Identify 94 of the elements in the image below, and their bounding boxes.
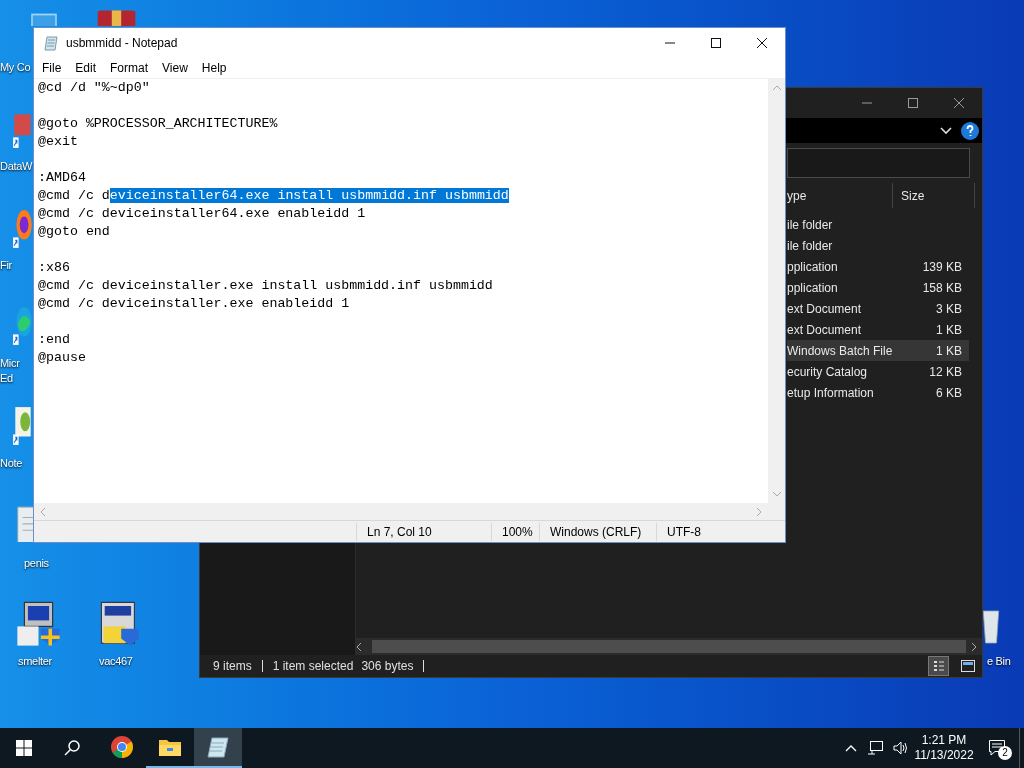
browser-shortcut-icon[interactable] bbox=[12, 208, 34, 250]
window-title: usbmmidd - Notepad bbox=[66, 35, 179, 52]
details-view-icon bbox=[933, 660, 944, 672]
chevron-up-icon[interactable] bbox=[845, 744, 857, 752]
file-size: 1 KB bbox=[935, 342, 963, 360]
text-file-icon[interactable] bbox=[14, 505, 33, 542]
file-type: ext Document bbox=[787, 300, 863, 318]
browser-icon bbox=[110, 735, 134, 759]
code-line: @cd /d "%~dp0" bbox=[38, 80, 150, 95]
view-button[interactable] bbox=[928, 656, 949, 676]
volume-icon[interactable] bbox=[893, 741, 909, 755]
notepad-icon bbox=[207, 736, 229, 758]
scroll-left-icon[interactable] bbox=[356, 642, 362, 651]
code-line: @cmd /c deviceinstaller.exe install usbmmidd.inf usbmmidd bbox=[38, 278, 493, 293]
selection-size: 306 bytes bbox=[361, 658, 414, 675]
clock[interactable]: 1:21 PM 11/13/2022 bbox=[913, 728, 975, 768]
menu-item[interactable]: File bbox=[35, 58, 69, 78]
file-type: etup Information bbox=[787, 384, 875, 402]
browser-shortcut-icon[interactable] bbox=[12, 305, 34, 347]
file-type: ile folder bbox=[787, 216, 834, 234]
notification-button[interactable]: 2 bbox=[975, 728, 1019, 768]
maximize-icon bbox=[908, 98, 918, 108]
horizontal-scrollbar[interactable] bbox=[356, 638, 982, 655]
file-row[interactable]: ext Document 1 KB bbox=[787, 319, 969, 340]
notepad-shortcut-icon[interactable] bbox=[12, 405, 34, 447]
large-icons-view-icon bbox=[960, 660, 975, 672]
code-line: @exit bbox=[38, 134, 78, 149]
installer-icon[interactable] bbox=[15, 600, 62, 648]
file-row[interactable]: ext Document 3 KB bbox=[787, 298, 969, 319]
file-row[interactable]: pplication 158 KB bbox=[787, 277, 969, 298]
file-type: ecurity Catalog bbox=[787, 363, 869, 381]
file-type: Windows Batch File bbox=[787, 342, 893, 360]
file-size: 6 KB bbox=[935, 384, 963, 402]
menu-item[interactable]: Edit bbox=[68, 58, 104, 78]
search-icon bbox=[64, 740, 80, 756]
code-line: @pause bbox=[38, 350, 86, 365]
file-type: pplication bbox=[787, 258, 839, 276]
icon-label: smelter bbox=[18, 654, 52, 669]
windows-icon bbox=[16, 740, 32, 756]
code-line: :end bbox=[38, 332, 70, 347]
status-field: Windows (CRLF) bbox=[539, 522, 656, 541]
file-type: ext Document bbox=[787, 321, 863, 339]
item-count: 9 items bbox=[213, 658, 252, 675]
file-row[interactable]: ile folder bbox=[787, 214, 969, 235]
code-line: :AMD64 bbox=[38, 170, 86, 185]
file-row[interactable]: Windows Batch File 1 KB bbox=[787, 340, 969, 361]
maximize-icon bbox=[711, 38, 721, 48]
code-line: @cmd /c deviceinstaller.exe enableidd 1 bbox=[38, 296, 350, 311]
code-line: @goto end bbox=[38, 224, 110, 239]
status-field: 100% bbox=[491, 522, 539, 541]
code-line: @cmd /c d bbox=[38, 188, 110, 203]
icon-label: DataW bbox=[0, 159, 33, 174]
file-row[interactable]: etup Information 6 KB bbox=[787, 382, 969, 403]
column-header[interactable]: ype bbox=[787, 183, 893, 208]
file-row[interactable]: ecurity Catalog 12 KB bbox=[787, 361, 969, 382]
icon-label: penis bbox=[24, 556, 49, 571]
code-line: @cmd /c deviceinstaller64.exe enableidd 1 bbox=[38, 206, 366, 221]
file-type: ile folder bbox=[787, 237, 834, 255]
file-size: 12 KB bbox=[928, 363, 963, 381]
taskbar-app[interactable] bbox=[194, 728, 242, 768]
icon-label: My Co bbox=[0, 60, 31, 75]
help-icon[interactable] bbox=[961, 121, 979, 140]
selection-info: 1 item selected bbox=[272, 658, 354, 675]
close-icon bbox=[757, 38, 767, 48]
file-size: 3 KB bbox=[935, 300, 963, 318]
icon-label: e Bin bbox=[987, 654, 1011, 669]
menu-item[interactable]: View bbox=[155, 58, 195, 78]
menu-item[interactable]: Format bbox=[103, 58, 156, 78]
folder-icon bbox=[158, 737, 182, 757]
status-field: Ln 7, Col 10 bbox=[356, 522, 491, 541]
file-size: 1 KB bbox=[935, 321, 963, 339]
code-line: @goto %PROCESSOR_ARCHITECTURE% bbox=[38, 116, 278, 131]
scroll-right-icon[interactable] bbox=[971, 642, 977, 651]
column-header[interactable]: Size bbox=[893, 183, 975, 208]
notification-badge: 2 bbox=[998, 746, 1012, 760]
selected-text: eviceinstaller64.exe install usbmmidd.inf usbmmidd bbox=[109, 188, 509, 203]
file-row[interactable]: pplication 139 KB bbox=[787, 256, 969, 277]
chevron-down-icon[interactable] bbox=[940, 126, 952, 135]
icon-label: Ed bbox=[0, 371, 13, 386]
file-size: 139 KB bbox=[921, 258, 963, 276]
status-field: UTF-8 bbox=[656, 522, 771, 541]
file-type: pplication bbox=[787, 279, 839, 297]
code-line: :x86 bbox=[38, 260, 70, 275]
network-icon[interactable] bbox=[867, 741, 883, 755]
close-icon bbox=[954, 98, 964, 108]
file-row[interactable]: ile folder bbox=[787, 235, 969, 256]
file-size: 158 KB bbox=[921, 279, 963, 297]
icon-label: Micr bbox=[0, 356, 20, 371]
icon-label: Fir bbox=[0, 258, 12, 273]
icon-label: Note bbox=[0, 456, 23, 471]
menu-item[interactable]: Help bbox=[194, 58, 234, 78]
icon-label: vac467 bbox=[99, 654, 133, 669]
notepad-icon bbox=[44, 35, 60, 51]
search-field[interactable] bbox=[787, 148, 970, 178]
